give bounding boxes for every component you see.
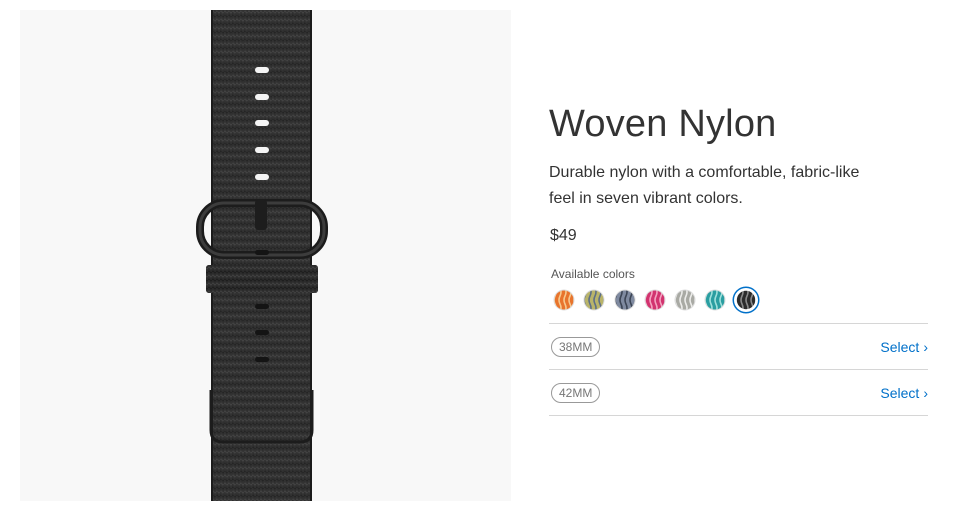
chevron-right-icon: › <box>923 338 928 355</box>
pink-swatch[interactable] <box>643 288 667 312</box>
orange-swatch[interactable] <box>552 288 576 312</box>
chevron-right-icon: › <box>923 384 928 401</box>
size-row-38mm[interactable]: 38MM Select › <box>549 324 928 370</box>
watch-band-image <box>196 10 328 501</box>
size-badge: 42MM <box>551 382 601 403</box>
color-swatches <box>552 288 928 312</box>
product-details: Woven Nylon Durable nylon with a comfort… <box>549 100 928 416</box>
yellow-gray-swatch[interactable] <box>582 288 606 312</box>
teal-swatch[interactable] <box>703 288 727 312</box>
product-description: Durable nylon with a comfortable, fabric… <box>549 164 860 207</box>
product-page: Woven Nylon Durable nylon with a comfort… <box>0 0 977 511</box>
select-42mm-link[interactable]: Select › <box>880 385 928 401</box>
select-38mm-link[interactable]: Select › <box>880 339 928 355</box>
size-badge: 38MM <box>551 336 601 357</box>
black-swatch[interactable] <box>734 288 758 312</box>
gray-swatch[interactable] <box>673 288 697 312</box>
size-options: 38MM Select › 42MM Select › <box>549 323 928 416</box>
available-colors-label: Available colors <box>551 267 635 281</box>
product-price: $49 <box>550 227 577 244</box>
select-label: Select <box>880 384 920 401</box>
select-label: Select <box>880 338 920 355</box>
product-image <box>20 10 511 501</box>
product-title: Woven Nylon <box>549 103 777 145</box>
size-row-42mm[interactable]: 42MM Select › <box>549 370 928 416</box>
blue-gray-swatch[interactable] <box>613 288 637 312</box>
